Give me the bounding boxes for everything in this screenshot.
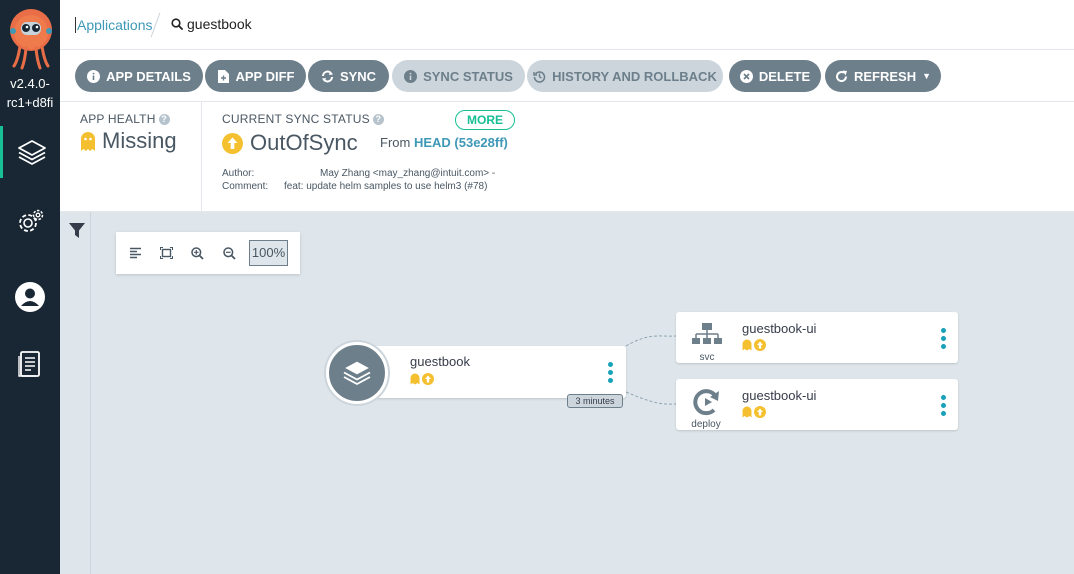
sync-status-button[interactable]: SYNC STATUS [392, 60, 525, 92]
node-status-badges [410, 373, 434, 385]
ghost-icon [742, 339, 752, 351]
app-details-label: APP DETAILS [106, 68, 191, 84]
app-diff-button[interactable]: APP DIFF [205, 60, 306, 92]
more-button[interactable]: MORE [455, 110, 515, 130]
app-node-guestbook[interactable]: guestbook [356, 346, 626, 398]
sidebar-item-user-info[interactable] [0, 271, 60, 323]
revision-link[interactable]: HEAD (53e28ff) [414, 135, 508, 150]
sync-status-value: OutOfSync [222, 130, 358, 156]
sidebar: v2.4.0- rc1+d8fi [0, 0, 60, 574]
caret-down-icon: ▼ [922, 71, 932, 81]
app-health-label: APP HEALTH [80, 112, 156, 126]
deploy-icon [693, 389, 719, 416]
close-circle-icon [739, 69, 753, 83]
breadcrumb-applications-link[interactable]: Applications [75, 17, 153, 33]
resource-tree-canvas[interactable]: 100% guestbook 3 minutes svc guestbook-u… [60, 212, 1074, 574]
history-rollback-label: HISTORY AND ROLLBACK [552, 68, 717, 84]
version-line-2: rc1+d8fi [6, 95, 54, 110]
out-of-sync-icon [754, 339, 766, 351]
refresh-label: REFRESH [853, 68, 917, 84]
sync-status-heading: CURRENT SYNC STATUS? [222, 112, 384, 126]
refresh-button[interactable]: REFRESH ▼ [825, 60, 941, 92]
node-kind: deploy [691, 419, 721, 430]
node-status-badges [742, 339, 766, 351]
node-kind: svc [699, 352, 715, 363]
author-value: May Zhang <may_zhang@intuit.com> - [320, 168, 496, 179]
node-menu-button[interactable] [606, 362, 614, 383]
info-icon [404, 69, 418, 83]
app-health-text: Missing [102, 128, 177, 153]
sidebar-item-docs[interactable] [0, 338, 60, 390]
help-icon[interactable]: ? [372, 114, 384, 126]
network-icon [692, 323, 722, 344]
sync-revision: From HEAD (53e28ff) [380, 135, 508, 150]
out-of-sync-icon [222, 132, 243, 154]
user-icon [15, 282, 45, 312]
layers-icon [17, 140, 46, 165]
resource-node-deploy[interactable]: deploy guestbook-ui [676, 379, 958, 430]
app-node-icon[interactable] [326, 342, 388, 404]
delete-label: DELETE [758, 68, 811, 84]
node-menu-button[interactable] [939, 395, 947, 416]
from-label: From [380, 135, 411, 150]
out-of-sync-icon [754, 406, 766, 418]
sync-status-label: CURRENT SYNC STATUS [222, 112, 370, 126]
out-of-sync-icon [422, 373, 434, 385]
node-name: guestbook-ui [742, 388, 817, 403]
info-icon [87, 69, 101, 83]
app-health-heading: APP HEALTH? [80, 112, 170, 126]
sidebar-item-applications[interactable] [0, 126, 60, 178]
sync-status-label: SYNC STATUS [423, 68, 513, 84]
history-icon [533, 70, 546, 83]
breadcrumb-current-label: guestbook [187, 16, 252, 32]
version-label: v2.4.0- rc1+d8fi [0, 74, 60, 112]
sync-button[interactable]: SYNC [308, 60, 389, 92]
sync-status-text: OutOfSync [250, 130, 358, 155]
docs-icon [18, 351, 40, 377]
layers-icon [342, 360, 372, 386]
sync-icon [321, 70, 334, 83]
gear-icon [19, 209, 44, 232]
node-menu-button[interactable] [939, 328, 947, 349]
ghost-icon [410, 373, 420, 385]
argo-logo[interactable] [8, 8, 54, 70]
node-name: guestbook [410, 354, 470, 369]
app-status-panel: APP HEALTH? Missing CURRENT SYNC STATUS?… [60, 102, 1074, 212]
refresh-icon [835, 70, 848, 83]
version-line-1: v2.4.0- [10, 76, 50, 91]
app-toolbar: APP DETAILS APP DIFF SYNC SYNC STATUS HI… [60, 50, 1074, 102]
breadcrumb-current[interactable]: guestbook [171, 16, 252, 32]
breadcrumb: Applications guestbook [60, 0, 1074, 88]
search-icon [171, 18, 183, 30]
ghost-icon [742, 406, 752, 418]
help-icon[interactable]: ? [158, 114, 170, 126]
app-health-value: Missing [80, 128, 177, 154]
comment-label: Comment: [222, 181, 269, 192]
comment-value: feat: update helm samples to use helm3 (… [284, 181, 488, 192]
file-icon [217, 69, 230, 83]
status-divider [201, 102, 202, 212]
delete-button[interactable]: DELETE [729, 60, 821, 92]
app-details-button[interactable]: APP DETAILS [75, 60, 203, 92]
node-status-badges [742, 406, 766, 418]
node-name: guestbook-ui [742, 321, 817, 336]
sync-label: SYNC [339, 68, 377, 84]
sidebar-item-settings[interactable] [0, 196, 60, 248]
ghost-icon [81, 132, 95, 151]
age-badge: 3 minutes [567, 394, 623, 408]
app-diff-label: APP DIFF [235, 68, 295, 84]
author-label: Author: [222, 168, 255, 179]
history-rollback-button[interactable]: HISTORY AND ROLLBACK [527, 60, 723, 92]
resource-node-svc[interactable]: svc guestbook-ui [676, 312, 958, 363]
